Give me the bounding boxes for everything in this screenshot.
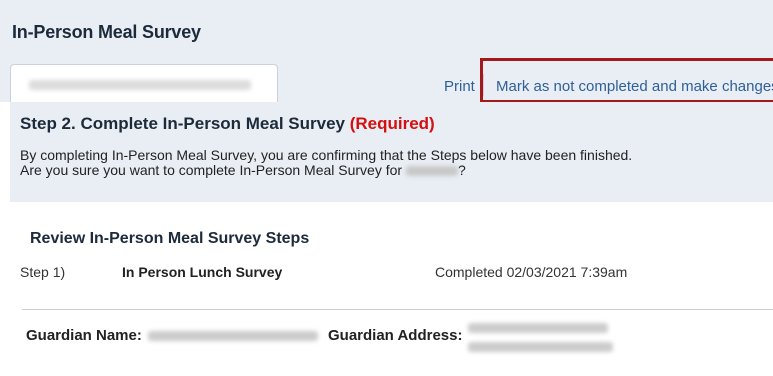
guardian-address-label: Guardian Address:	[328, 327, 463, 344]
step-panel: Step 2. Complete In-Person Meal Survey (…	[10, 102, 773, 202]
step-number: Step 1)	[20, 264, 66, 280]
guardian-name-label: Guardian Name:	[26, 327, 142, 344]
review-heading: Review In-Person Meal Survey Steps	[30, 230, 310, 247]
step-heading: Step 2. Complete In-Person Meal Survey (…	[20, 114, 435, 134]
redacted-guardian-address-line1	[468, 323, 608, 333]
review-section: Review In-Person Meal Survey Steps Step …	[10, 202, 773, 376]
step-description-line2: Are you sure you want to complete In-Per…	[20, 163, 632, 178]
redacted-guardian-name	[148, 331, 318, 341]
step-description: By completing In-Person Meal Survey, you…	[20, 148, 632, 178]
step-status: Completed 02/03/2021 7:39am	[435, 264, 628, 280]
step-description-suffix: ?	[457, 162, 466, 178]
page-title: In-Person Meal Survey	[12, 22, 201, 42]
student-tab[interactable]	[10, 64, 278, 102]
step-name: In Person Lunch Survey	[122, 264, 283, 280]
redacted-student-name-inline	[405, 166, 458, 177]
step-description-line1: By completing In-Person Meal Survey, you…	[20, 147, 633, 163]
print-link[interactable]: Print	[444, 78, 475, 95]
divider	[22, 309, 773, 310]
step-description-prefix: Are you sure you want to complete In-Per…	[20, 162, 403, 178]
redacted-student-name	[29, 80, 251, 90]
title-bar: In-Person Meal Survey	[0, 0, 773, 56]
required-label: (Required)	[349, 114, 435, 133]
redacted-guardian-address-line2	[468, 342, 613, 352]
mark-not-completed-link[interactable]: Mark as not completed and make changes	[496, 78, 773, 95]
step-heading-text: Step 2. Complete In-Person Meal Survey	[20, 114, 345, 133]
